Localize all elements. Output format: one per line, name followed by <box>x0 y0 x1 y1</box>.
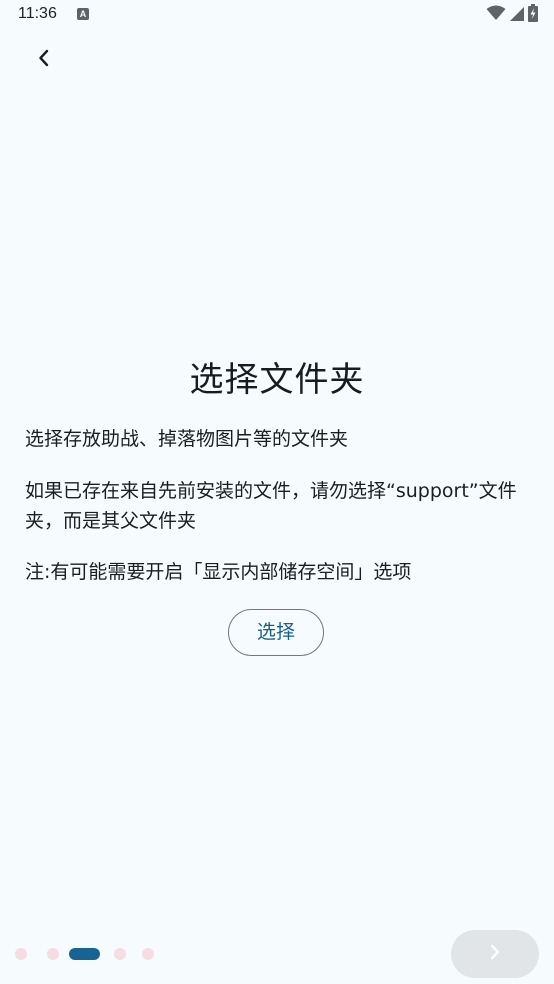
description-paragraph-2: 如果已存在来自先前安装的文件，请勿选择“support”文件夹，而是其父文件夹 <box>25 480 517 532</box>
status-time: 11:36 <box>18 5 57 22</box>
page-indicator <box>15 947 154 961</box>
page-dot-1 <box>15 948 27 960</box>
page-dot-4 <box>114 948 126 960</box>
wifi-icon <box>486 5 506 25</box>
description-paragraph-1: 选择存放助战、掉落物图片等的文件夹 <box>25 428 349 450</box>
signal-icon <box>510 6 524 25</box>
description-paragraph-3: 注:有可能需要开启「显示内部储存空间」选项 <box>25 561 412 583</box>
back-button[interactable] <box>24 40 64 80</box>
page-dot-3-active <box>69 948 100 960</box>
notification-a-icon: A <box>77 8 89 20</box>
status-bar: 11:36 A <box>0 0 554 32</box>
chevron-right-icon <box>488 943 502 965</box>
status-icons <box>486 4 538 26</box>
next-button[interactable] <box>451 930 539 978</box>
battery-charging-icon <box>528 4 538 26</box>
page-dot-5 <box>142 948 154 960</box>
page-title: 选择文件夹 <box>189 360 365 400</box>
page-dot-2 <box>47 948 59 960</box>
chevron-left-icon <box>36 48 52 72</box>
select-folder-button[interactable]: 选择 <box>228 609 324 656</box>
